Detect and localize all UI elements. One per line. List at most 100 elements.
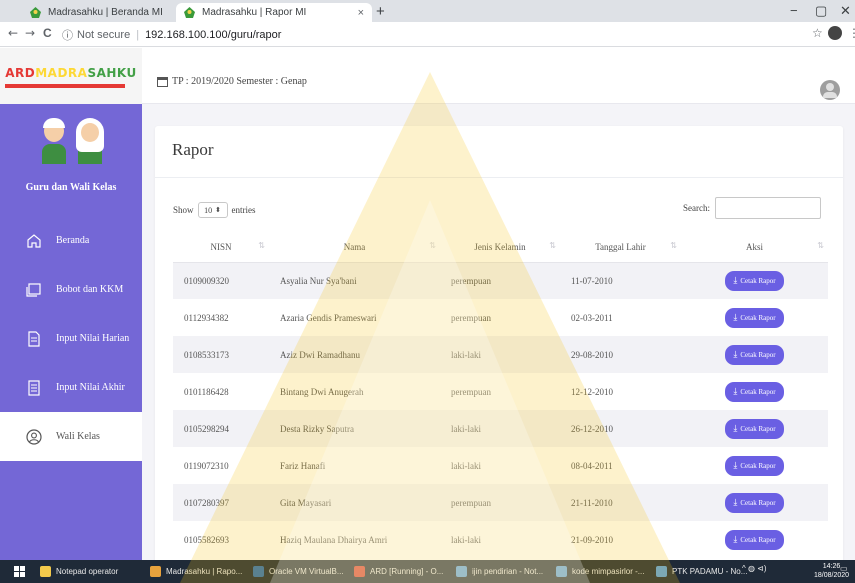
column-header-nama[interactable]: Nama ⇅ [269,232,440,263]
rapor-table: NISN ⇅ Nama ⇅ Jenis Kelamin ⇅ Tanggal Lahir… [173,232,828,558]
taskbar-item[interactable]: Notepad operator [40,563,118,580]
browser-tab-rapor[interactable]: Madrasahku | Rapor MI × [176,3,372,22]
sidebar-item-label: Input Nilai Harian [56,333,130,344]
sidebar-item-bobot-kkm[interactable]: Bobot dan KKM [0,265,142,314]
nama-cell: Fariz Hanafi [269,447,440,484]
cetak-rapor-button[interactable]: ⤓ Cetak Rapor [725,381,784,402]
taskbar-item[interactable]: kode mimpasirlor -... [556,563,644,580]
cetak-rapor-button[interactable]: ⤓ Cetak Rapor [725,307,784,328]
tanggal-lahir-cell: 11-07-2010 [560,262,681,299]
aksi-cell: ⤓ Cetak Rapor [681,484,828,521]
sort-icon: ⇅ [817,241,824,250]
taskbar-item-label: ijin pendirian - Not... [472,567,544,576]
jenis-kelamin-cell: laki-laki [440,410,560,447]
nama-cell: Aziz Dwi Ramadhanu [269,336,440,373]
document-lines-icon [26,379,42,396]
cetak-rapor-label: Cetak Rapor [740,498,776,507]
taskbar-app-icon [656,566,667,577]
sort-icon: ⇅ [258,241,265,250]
logo-part-sahku: SAHKU [87,66,137,80]
taskbar-item[interactable]: ijin pendirian - Not... [456,563,543,580]
browser-tab-bar: Madrasahku | Beranda MI × Madrasahku | R… [0,0,855,22]
cetak-rapor-label: Cetak Rapor [740,535,776,544]
browser-tab-title: Madrasahku | Rapor MI [202,7,307,18]
nama-cell: Asyalia Nur Sya'bani [269,262,440,299]
info-icon[interactable]: ⓘ [62,27,73,43]
taskbar-item-label: kode mimpasirlor -... [572,567,645,576]
taskbar-app-icon [150,566,161,577]
cetak-rapor-button[interactable]: ⤓ Cetak Rapor [725,455,784,476]
new-tab-button[interactable]: + [376,3,385,20]
table-search: Search: [683,197,821,219]
maximize-button[interactable]: ▢ [815,3,827,19]
tanggal-lahir-cell: 12-12-2010 [560,373,681,410]
nisn-cell: 0119072310 [173,447,269,484]
home-icon [26,233,42,249]
sidebar-menu: Beranda Bobot dan KKM Input Nilai Harian… [0,216,142,461]
forward-button[interactable]: → [25,26,35,40]
select-arrows-icon: ⬍ [215,206,221,214]
aksi-cell: ⤓ Cetak Rapor [681,299,828,336]
cetak-rapor-label: Cetak Rapor [740,461,776,470]
table-row: 0109009320 Asyalia Nur Sya'bani perempuan 1… [173,262,828,299]
sidebar-item-beranda[interactable]: Beranda [0,216,142,265]
column-header-tanggal-lahir[interactable]: Tanggal Lahir ⇅ [560,232,681,263]
download-icon: ⤓ [733,460,738,471]
aksi-cell: ⤓ Cetak Rapor [681,410,828,447]
extension-icon[interactable] [828,26,842,40]
nama-cell: Desta Rizky Saputra [269,410,440,447]
browser-menu-icon[interactable]: ⋮ [848,26,855,40]
app-logo[interactable]: ARDMADRASAHKU [0,48,142,104]
user-avatar-icon[interactable] [820,80,840,100]
cetak-rapor-label: Cetak Rapor [740,313,776,322]
sidebar-item-input-nilai-harian[interactable]: Input Nilai Harian [0,314,142,363]
column-header-aksi[interactable]: Aksi ⇅ [681,232,828,263]
notification-icon[interactable]: ▭ [840,564,848,573]
close-window-button[interactable]: ✕ [840,3,851,19]
sidebar-item-input-nilai-akhir[interactable]: Input Nilai Akhir [0,363,142,412]
system-tray[interactable]: ^ ◍ ⊲) [742,564,767,573]
url-field[interactable]: ⓘ Not secure | 192.168.100.100/guru/rapo… [62,25,800,44]
document-icon [26,330,42,347]
taskbar-item[interactable]: Oracle VM VirtualB... [253,563,344,580]
cetak-rapor-label: Cetak Rapor [740,424,776,433]
logo-part-madra: MADRA [35,66,88,80]
table-row: 0108533173 Aziz Dwi Ramadhanu laki-laki 29-… [173,336,828,373]
sort-icon: ⇅ [670,241,677,250]
column-header-jenis-kelamin[interactable]: Jenis Kelamin ⇅ [440,232,560,263]
taskbar-item[interactable]: PTK PADAMU - No... [656,563,747,580]
nama-cell: Bintang Dwi Anugerah [269,373,440,410]
tab-close-icon[interactable]: × [358,7,364,19]
reload-button[interactable]: C [43,26,52,40]
nisn-cell: 0107280397 [173,484,269,521]
windows-start-icon[interactable] [14,566,25,577]
browser-tab-title: Madrasahku | Beranda MI [48,7,163,18]
column-header-nisn[interactable]: NISN ⇅ [173,232,269,263]
nisn-cell: 0105298294 [173,410,269,447]
cetak-rapor-button[interactable]: ⤓ Cetak Rapor [725,529,784,550]
search-input[interactable] [715,197,821,219]
minimize-button[interactable]: − [790,3,798,18]
cetak-rapor-button[interactable]: ⤓ Cetak Rapor [725,492,784,513]
aksi-cell: ⤓ Cetak Rapor [681,521,828,558]
cetak-rapor-button[interactable]: ⤓ Cetak Rapor [725,418,784,439]
taskbar-item-label: ARD [Running] - O... [370,567,444,576]
download-icon: ⤓ [733,423,738,434]
sidebar-item-wali-kelas[interactable]: Wali Kelas [0,412,142,461]
cetak-rapor-button[interactable]: ⤓ Cetak Rapor [725,270,784,291]
back-button[interactable]: ← [8,26,18,40]
table-row: 0101186428 Bintang Dwi Anugerah perempuan 1… [173,373,828,410]
taskbar-item[interactable]: Madrasahku | Rapo... [150,563,242,580]
cetak-rapor-label: Cetak Rapor [740,276,776,285]
entries-select[interactable]: 10 ⬍ [197,202,228,218]
nisn-cell: 0112934382 [173,299,269,336]
bookmark-star-icon[interactable]: ☆ [812,26,823,40]
taskbar-item[interactable]: ARD [Running] - O... [354,563,443,580]
teacher-avatar-icon [38,118,106,164]
taskbar-item-label: Madrasahku | Rapo... [166,567,243,576]
main-content: Rapor Show 10 ⬍ entries Search: NISN ⇅ Na… [142,104,855,560]
cetak-rapor-button[interactable]: ⤓ Cetak Rapor [725,344,784,365]
sidebar-item-label: Bobot dan KKM [56,284,124,295]
taskbar-app-icon [456,566,467,577]
jenis-kelamin-cell: laki-laki [440,447,560,484]
